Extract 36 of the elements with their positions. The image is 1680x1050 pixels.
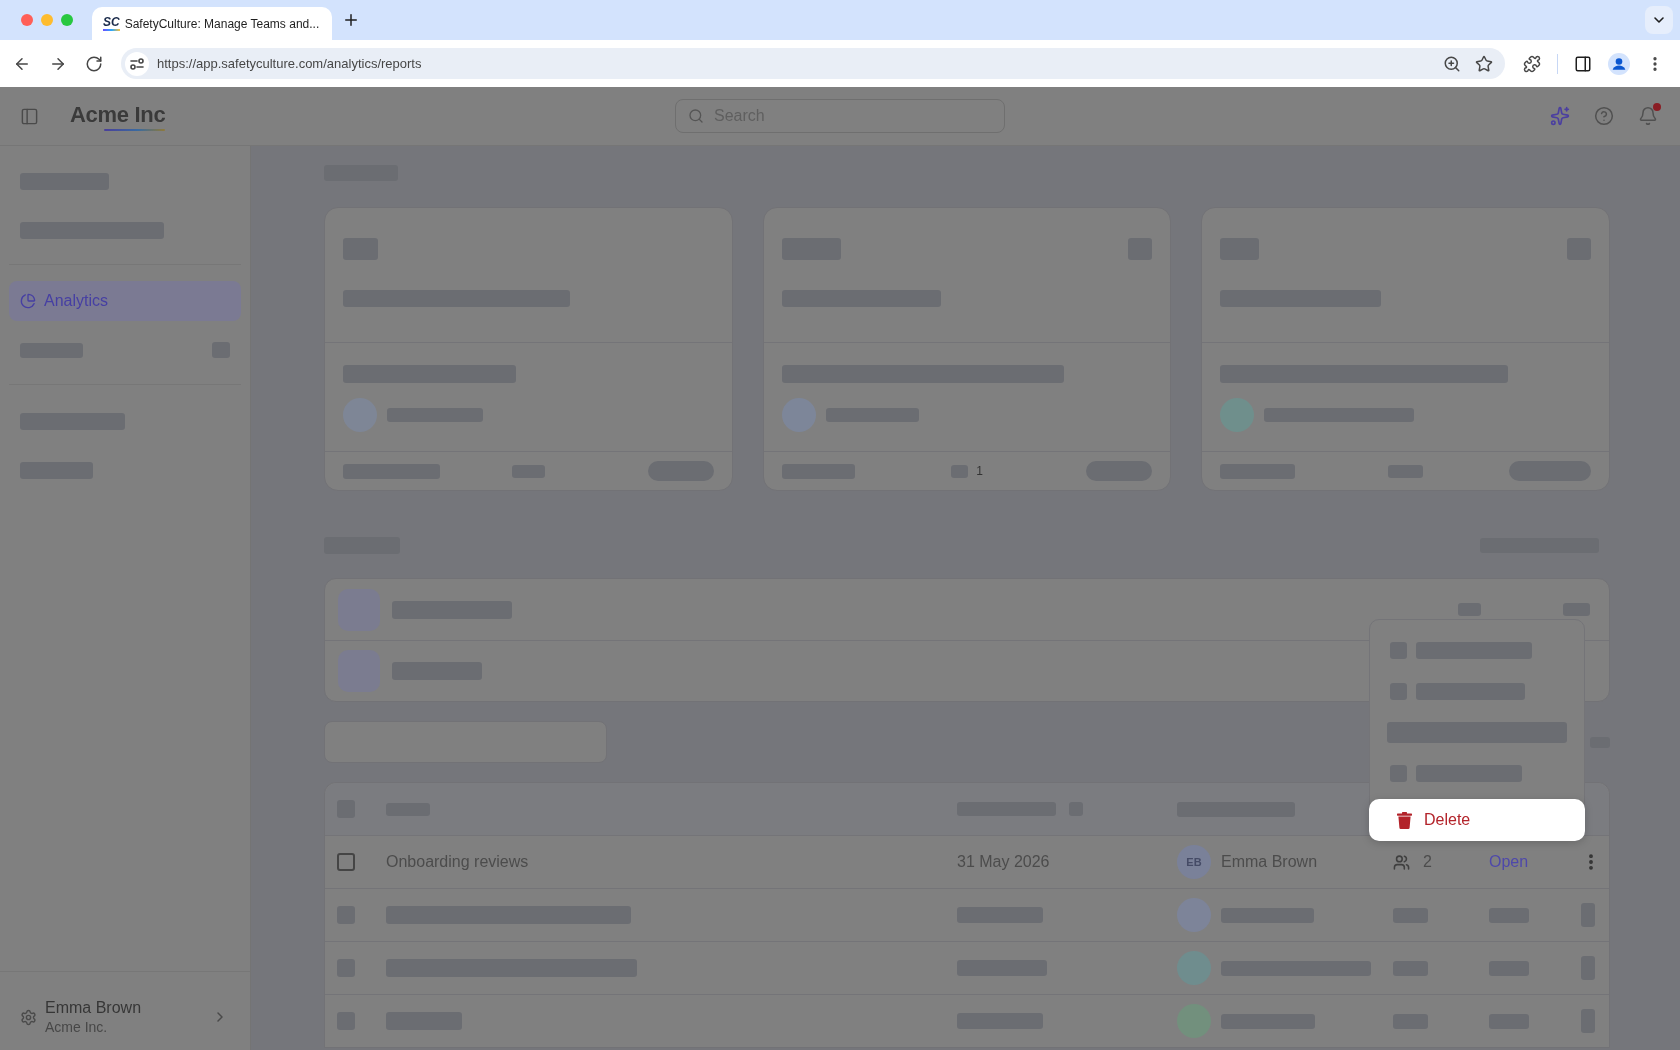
- bell-icon[interactable]: [1638, 106, 1658, 126]
- zoom-icon[interactable]: [1443, 54, 1461, 73]
- settings-icon: [20, 1008, 37, 1026]
- browser-tab[interactable]: SC SafetyCulture: Manage Teams and...: [92, 7, 332, 40]
- site-settings-icon[interactable]: [125, 51, 149, 76]
- organization-name: Acme Inc.: [45, 1019, 109, 1035]
- sidebar-toggle-icon[interactable]: [20, 106, 39, 126]
- pie-chart-icon: [20, 293, 36, 309]
- people-icon: [1393, 853, 1410, 871]
- help-icon[interactable]: [1594, 106, 1614, 126]
- sparkle-icon[interactable]: [1550, 106, 1570, 126]
- minimize-window-button[interactable]: [41, 14, 53, 26]
- maximize-window-button[interactable]: [61, 14, 73, 26]
- extensions-icon[interactable]: [1523, 54, 1541, 73]
- trash-icon: [1397, 811, 1412, 829]
- favicon-logo: SC: [103, 16, 120, 31]
- tab-list-button[interactable]: [1645, 6, 1673, 34]
- address-bar[interactable]: https://app.safetyculture.com/analytics/reports: [121, 48, 1505, 79]
- star-icon[interactable]: [1475, 54, 1493, 73]
- profile-icon[interactable]: [1608, 52, 1630, 75]
- plus-icon[interactable]: [342, 11, 360, 29]
- account-button[interactable]: Emma Brown Acme Inc.: [0, 971, 250, 1050]
- menu-item[interactable]: Delete: [1369, 799, 1585, 841]
- checkbox[interactable]: [337, 853, 355, 871]
- count-text: 1: [976, 464, 983, 478]
- side-panel-icon[interactable]: [1574, 54, 1592, 73]
- logo[interactable]: Acme Inc: [70, 101, 166, 131]
- card[interactable]: [1201, 207, 1610, 491]
- close-window-button[interactable]: [21, 14, 33, 26]
- card[interactable]: [324, 207, 733, 491]
- user-name: Emma Brown: [45, 999, 143, 1017]
- nav-item[interactable]: Analytics: [9, 281, 241, 321]
- card[interactable]: 1: [762, 207, 1172, 491]
- open-link[interactable]: Open: [1489, 853, 1581, 871]
- reload-icon[interactable]: [85, 54, 103, 73]
- search-icon: [688, 108, 704, 124]
